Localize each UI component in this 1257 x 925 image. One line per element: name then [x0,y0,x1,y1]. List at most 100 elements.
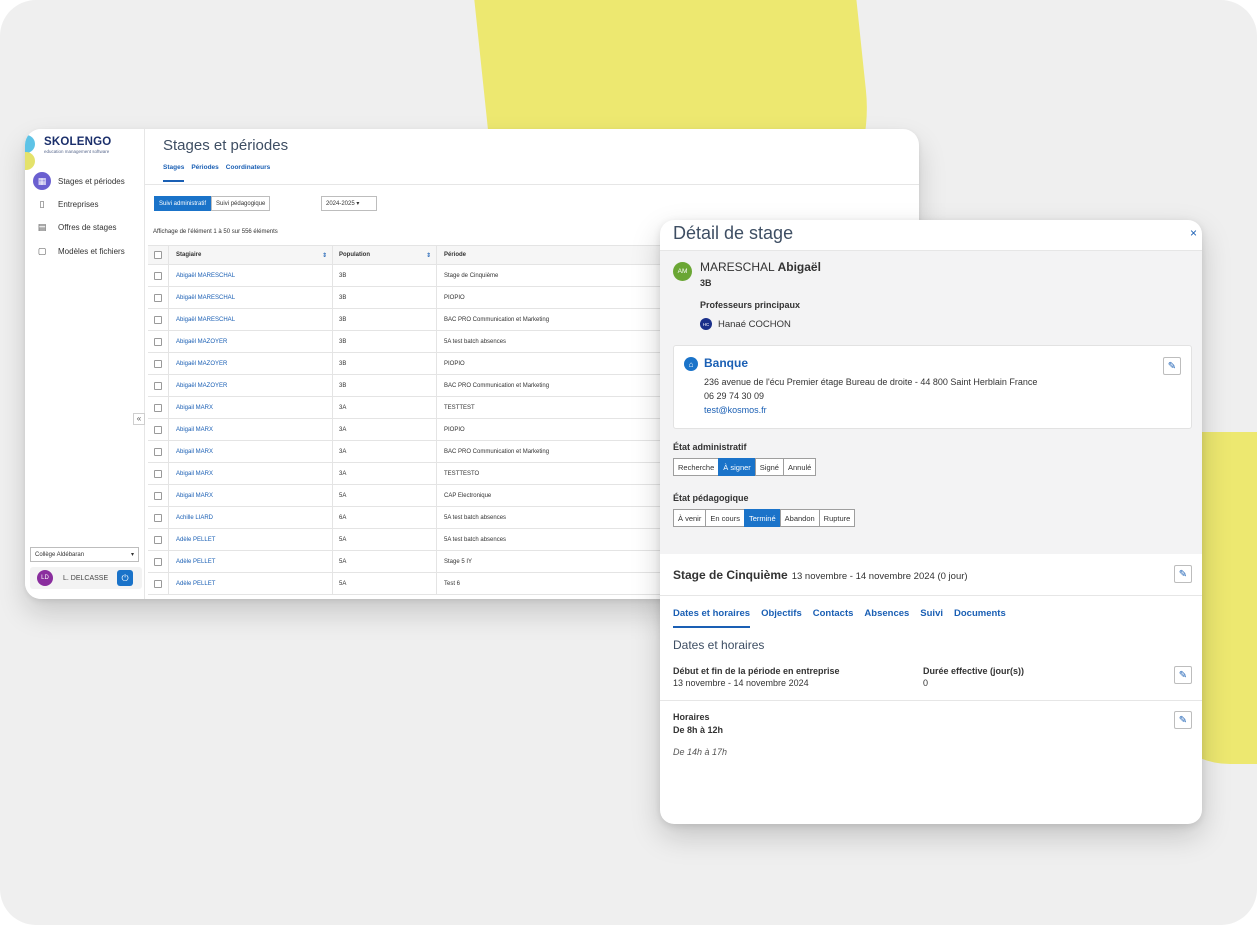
collapse-sidebar-button[interactable]: « [133,413,145,425]
admin-state-option[interactable]: Signé [754,458,784,476]
row-checkbox[interactable] [154,403,162,412]
divider [660,595,1202,596]
sidebar-item-entreprises[interactable]: ▯ Entreprises [33,194,145,214]
tab-coordinateurs[interactable]: Coordinateurs [226,164,270,182]
tab-objectifs[interactable]: Objectifs [761,608,802,628]
population-cell: 5A [339,558,347,565]
row-checkbox[interactable] [154,425,162,434]
sidebar-item-label: Offres de stages [58,222,117,232]
row-checkbox[interactable] [154,491,162,500]
row-checkbox[interactable] [154,447,162,456]
tab-documents[interactable]: Documents [954,608,1006,628]
section-title: Dates et horaires [673,638,765,652]
logo-mark [25,135,35,170]
school-select[interactable]: Collège Aldébaran ▾ [30,547,139,562]
power-icon: ⏻ [121,572,129,583]
follow-admin-button[interactable]: Suivi administratif [154,196,212,211]
user-menu: LD L. DELCASSE ⏻ [30,567,142,589]
column-header-stagiaire[interactable]: Stagiaire ⇕ [169,246,333,264]
company-email[interactable]: test@kosmos.fr [704,405,767,415]
tab-periodes[interactable]: Périodes [191,164,218,182]
tab-contacts[interactable]: Contacts [813,608,854,628]
logo-tagline: education management software [44,149,110,154]
row-checkbox[interactable] [154,337,162,346]
column-header-label: Stagiaire [176,252,202,258]
row-checkbox[interactable] [154,579,162,588]
stagiaire-link[interactable]: Abigail MARX [176,493,213,499]
sidebar-item-label: Stages et périodes [58,176,125,186]
admin-state-toggle: Recherche À signer Signé Annulé [673,458,817,476]
population-cell: 5A [339,536,347,543]
sidebar-item-stages[interactable]: ▦ Stages et périodes [33,171,145,191]
periode-cell: BAC PRO Communication et Marketing [444,316,550,323]
row-checkbox[interactable] [154,381,162,390]
peda-state-option[interactable]: En cours [705,509,745,527]
peda-state-label: État pédagogique [673,493,749,503]
stagiaire-link[interactable]: Abigaël MARESCHAL [176,295,235,301]
stagiaire-link[interactable]: Abigaël MAZOYER [176,383,227,389]
sidebar-item-offres[interactable]: ▤ Offres de stages [33,217,145,237]
detail-panel: Détail de stage × AM MARESCHAL Abigaël 3… [660,220,1202,824]
stagiaire-link[interactable]: Abigaël MAZOYER [176,361,227,367]
stagiaire-link[interactable]: Adèle PELLET [176,537,215,543]
select-all-checkbox[interactable] [154,251,162,259]
row-checkbox[interactable] [154,359,162,368]
student-summary: AM MARESCHAL Abigaël 3B Professeurs prin… [660,251,1202,554]
population-cell: 3B [339,360,347,367]
row-checkbox[interactable] [154,469,162,478]
stage-dates: 13 novembre - 14 novembre 2024 (0 jour) [791,571,968,582]
tab-dates-horaires[interactable]: Dates et horaires [673,608,751,628]
company-name[interactable]: Banque [704,356,748,370]
peda-state-option[interactable]: À venir [673,509,707,527]
periode-cell: 5A test batch absences [444,514,507,521]
stagiaire-link[interactable]: Abigail MARX [176,405,213,411]
close-icon[interactable]: × [1190,226,1197,240]
admin-state-option[interactable]: Annulé [782,458,817,476]
stagiaire-link[interactable]: Abigaël MAZOYER [176,339,227,345]
row-checkbox[interactable] [154,315,162,324]
duration-label: Durée effective (jour(s)) [923,666,1025,676]
tab-stages[interactable]: Stages [163,164,185,182]
stagiaire-link[interactable]: Abigaël MARESCHAL [176,317,235,323]
follow-peda-button[interactable]: Suivi pédagogique [211,196,271,211]
avatar: LD [37,570,53,586]
row-checkbox[interactable] [154,271,162,280]
sidebar-item-modeles[interactable]: ▢ Modèles et fichiers [33,241,145,261]
row-checkbox[interactable] [154,293,162,302]
peda-state-option[interactable]: Rupture [818,509,856,527]
home-icon: ⌂ [684,357,698,371]
edit-company-button[interactable]: ✎ [1163,357,1181,375]
admin-state-option[interactable]: À signer [718,458,756,476]
page-title: Stages et périodes [163,137,289,154]
edit-stage-button[interactable]: ✎ [1174,565,1192,583]
admin-state-option[interactable]: Recherche [673,458,720,476]
stagiaire-link[interactable]: Abigail MARX [176,449,213,455]
peda-state-option[interactable]: Terminé [743,509,781,527]
column-header-label: Période [444,252,467,258]
row-checkbox[interactable] [154,513,162,522]
hours-main: De 8h à 12h [673,725,724,735]
tab-suivi[interactable]: Suivi [920,608,943,628]
edit-hours-button[interactable]: ✎ [1174,711,1192,729]
document-icon: ▤ [37,221,47,232]
row-checkbox[interactable] [154,535,162,544]
periode-cell: 5A test batch absences [444,536,507,543]
stagiaire-link[interactable]: Abigaël MARESCHAL [176,273,235,279]
divider [660,700,1202,701]
stagiaire-link[interactable]: Achille LIARD [176,515,213,521]
sidebar: SKOLENGO education management software ▦… [25,129,145,599]
company-address: 236 avenue de l'écu Premier étage Bureau… [704,377,1038,387]
edit-period-button[interactable]: ✎ [1174,666,1192,684]
column-header-population[interactable]: Population ⇕ [333,246,437,264]
stagiaire-link[interactable]: Adèle PELLET [176,581,215,587]
logout-button[interactable]: ⏻ [117,570,133,586]
stagiaire-link[interactable]: Adèle PELLET [176,559,215,565]
sort-icon: ⇕ [425,252,431,259]
row-checkbox[interactable] [154,557,162,566]
year-select[interactable]: 2024-2025 ▾ [321,196,377,211]
stagiaire-link[interactable]: Abigail MARX [176,471,213,477]
stagiaire-link[interactable]: Abigail MARX [176,427,213,433]
chevron-down-icon: ▾ [130,552,134,558]
tab-absences[interactable]: Absences [864,608,909,628]
peda-state-option[interactable]: Abandon [779,509,820,527]
